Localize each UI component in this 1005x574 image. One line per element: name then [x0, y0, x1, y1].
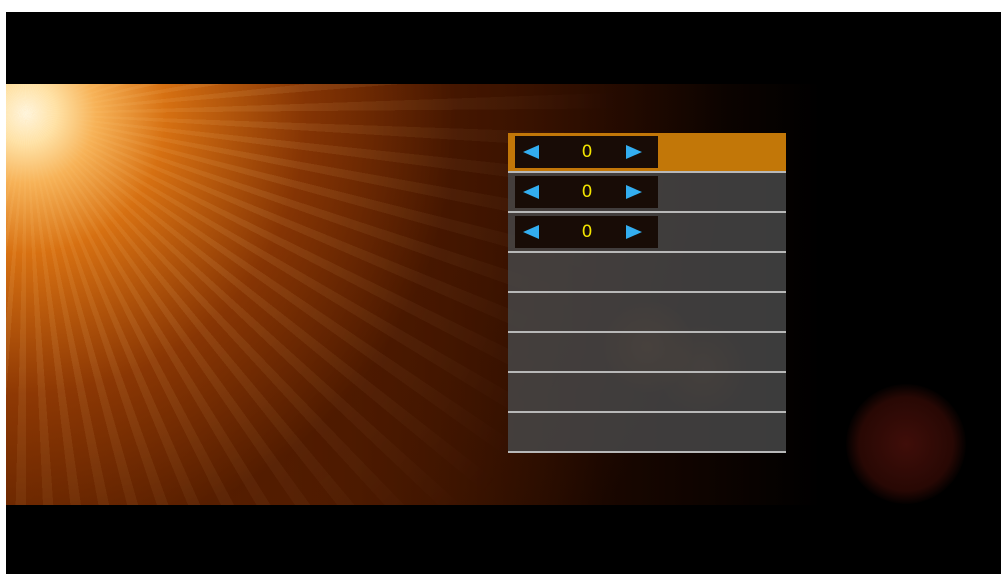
menu-row-1[interactable]: 0	[508, 133, 786, 173]
menu-row-6[interactable]	[508, 333, 786, 373]
menu-row-4[interactable]	[508, 253, 786, 293]
menu-row-5[interactable]	[508, 293, 786, 333]
menu-row-7[interactable]	[508, 373, 786, 413]
arrow-right-icon[interactable]	[626, 185, 642, 199]
stepper-value: 0	[581, 182, 593, 202]
stepper-value: 0	[581, 142, 593, 162]
background-image	[6, 84, 1001, 505]
arrow-left-icon[interactable]	[523, 185, 539, 199]
arrow-left-icon[interactable]	[523, 225, 539, 239]
arrow-right-icon[interactable]	[626, 225, 642, 239]
stepper-value: 0	[581, 222, 593, 242]
menu-row-8[interactable]	[508, 413, 786, 453]
value-stepper[interactable]: 0	[515, 216, 658, 248]
value-stepper[interactable]: 0	[515, 176, 658, 208]
arrow-right-icon[interactable]	[626, 145, 642, 159]
menu-row-2[interactable]: 0	[508, 173, 786, 213]
tv-screen: 0 0 0	[6, 12, 1001, 574]
menu-row-3[interactable]: 0	[508, 213, 786, 253]
value-stepper[interactable]: 0	[515, 136, 658, 168]
arrow-left-icon[interactable]	[523, 145, 539, 159]
settings-menu: 0 0 0	[508, 133, 786, 457]
lens-flare	[846, 384, 966, 504]
